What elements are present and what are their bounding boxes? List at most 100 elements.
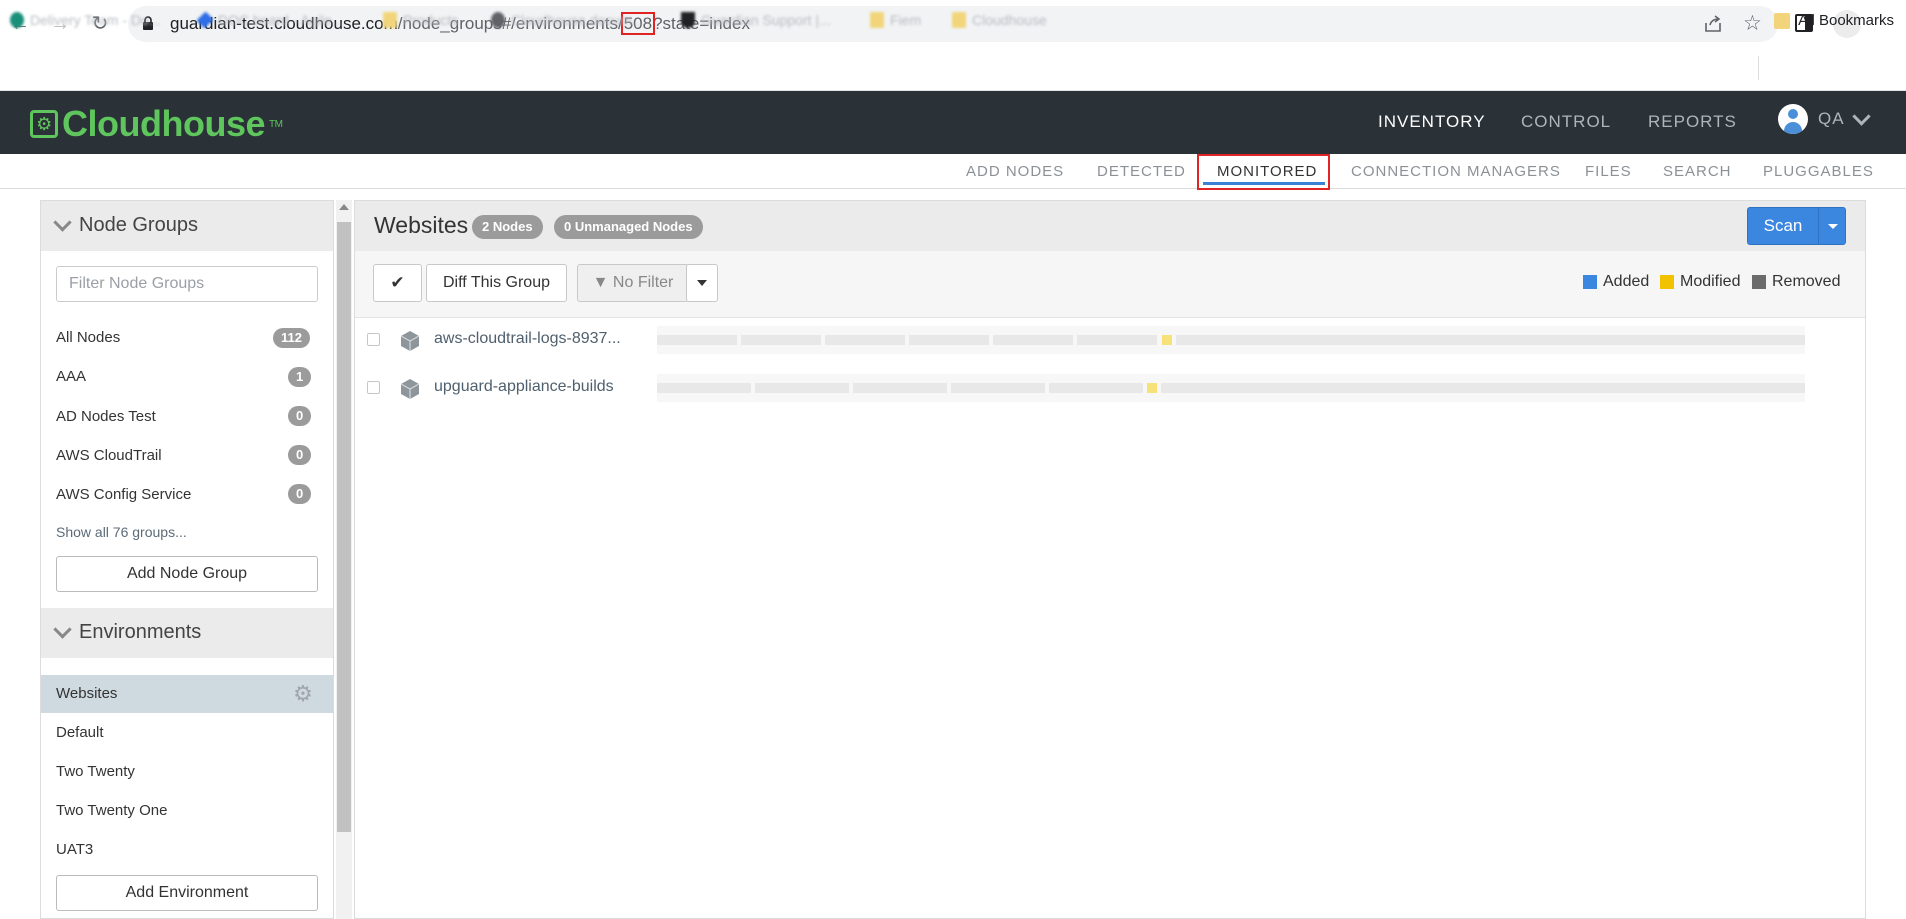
legend-added: Added — [1583, 273, 1649, 291]
filter-label: No Filter — [612, 274, 674, 291]
nav-control[interactable]: CONTROL — [1521, 112, 1611, 132]
bookmark-1[interactable]: Delivery Team - Do... — [10, 12, 160, 28]
check-icon: ✔ — [390, 273, 405, 292]
env-item-uat3[interactable]: UAT3 — [41, 831, 333, 869]
env-item-two-twenty[interactable]: Two Twenty — [41, 753, 333, 791]
timeline-segment[interactable] — [853, 383, 947, 393]
node-groups-label: Node Groups — [79, 214, 198, 236]
gear-icon[interactable]: ⚙ — [291, 682, 315, 706]
node-timeline[interactable] — [657, 326, 1805, 354]
cloudhouse-logo[interactable]: ⚙ Cloudhouse TM — [30, 103, 283, 145]
group-ad-nodes-test[interactable]: AD Nodes Test — [56, 408, 156, 425]
nav-reports[interactable]: REPORTS — [1648, 112, 1737, 132]
share-icon[interactable] — [1703, 15, 1723, 33]
select-all-button[interactable]: ✔ — [373, 264, 422, 302]
folder-icon — [952, 12, 966, 28]
all-bookmarks-label: All Bookmarks — [1798, 12, 1894, 29]
node-name-link[interactable]: upguard-appliance-builds — [434, 378, 614, 396]
filter-dropdown-button[interactable] — [686, 264, 718, 302]
node-row[interactable]: upguard-appliance-builds — [355, 364, 1865, 412]
env-item-websites[interactable]: Websites ⚙ — [41, 675, 333, 713]
timeline-segment[interactable] — [909, 335, 989, 345]
star-icon[interactable]: ☆ — [1743, 11, 1762, 36]
user-menu[interactable]: QA — [1778, 104, 1871, 134]
tab-connection-managers[interactable]: CONNECTION MANAGERS — [1351, 163, 1561, 180]
env-item-default[interactable]: Default — [41, 714, 333, 752]
scan-button-group: Scan — [1747, 207, 1846, 245]
unmanaged-nodes-badge: 0 Unmanaged Nodes — [554, 215, 703, 239]
scan-button[interactable]: Scan — [1748, 208, 1818, 244]
bookmarks-bar — [0, 48, 1906, 91]
highlight-box — [1197, 154, 1330, 190]
tab-files[interactable]: FILES — [1585, 163, 1632, 180]
legend-label: Modified — [1680, 273, 1741, 290]
show-all-groups-link[interactable]: Show all 76 groups... — [56, 524, 187, 540]
node-groups-title[interactable]: Node Groups — [53, 213, 198, 237]
bookmark-label: DOC board - Agile... — [218, 12, 344, 28]
group-aws-config-service[interactable]: AWS Config Service — [56, 486, 191, 503]
filter-button[interactable]: ▼ No Filter — [577, 264, 689, 302]
timeline-segment[interactable] — [657, 383, 751, 393]
legend-removed: Removed — [1752, 273, 1840, 291]
tab-search[interactable]: SEARCH — [1663, 163, 1732, 180]
timeline-segment[interactable] — [657, 335, 737, 345]
user-avatar-icon — [1778, 104, 1808, 134]
timeline-modified-marker[interactable] — [1162, 335, 1172, 345]
bookmarks-divider — [1758, 56, 1759, 80]
timeline-segment[interactable] — [1161, 383, 1805, 393]
shield-icon — [681, 12, 695, 28]
scrollbar-thumb[interactable] — [337, 222, 351, 832]
legend-label: Removed — [1772, 273, 1841, 290]
timeline-segment[interactable] — [741, 335, 821, 345]
chevron-down-icon — [1851, 106, 1871, 126]
row-checkbox[interactable] — [367, 333, 380, 346]
all-bookmarks[interactable]: All Bookmarks — [1774, 12, 1894, 29]
tab-add-nodes[interactable]: ADD NODES — [966, 163, 1064, 180]
legend-label: Added — [1603, 273, 1650, 290]
node-timeline[interactable] — [657, 374, 1805, 402]
filter-icon: ▼ — [592, 274, 609, 291]
bookmark-5[interactable]: Guardian Support |... — [681, 12, 831, 28]
tab-pluggables[interactable]: PLUGGABLES — [1763, 163, 1874, 180]
environments-title[interactable]: Environments — [53, 620, 201, 644]
timeline-segment[interactable] — [825, 335, 905, 345]
env-label: Two Twenty — [56, 763, 135, 780]
timeline-segment[interactable] — [1077, 335, 1157, 345]
user-name: QA — [1818, 109, 1845, 128]
timeline-segment[interactable] — [755, 383, 849, 393]
timeline-segment[interactable] — [951, 383, 1045, 393]
bookmark-label: Delivery Team - Do... — [30, 12, 161, 28]
folder-icon — [383, 12, 397, 28]
node-row[interactable]: aws-cloudtrail-logs-8937... — [355, 316, 1865, 364]
add-environment-button[interactable]: Add Environment — [56, 875, 318, 911]
bookmark-3[interactable]: Products — [383, 12, 458, 28]
env-label: UAT3 — [56, 841, 94, 858]
group-aws-cloudtrail[interactable]: AWS CloudTrail — [56, 447, 162, 464]
diff-group-button[interactable]: Diff This Group — [426, 264, 567, 302]
bookmark-6[interactable]: Fiem — [870, 12, 921, 28]
add-node-group-button[interactable]: Add Node Group — [56, 556, 318, 592]
tab-detected[interactable]: DETECTED — [1097, 163, 1186, 180]
group-aaa[interactable]: AAA — [56, 368, 86, 385]
scan-dropdown-button[interactable] — [1818, 208, 1847, 244]
bookmark-7[interactable]: Cloudhouse — [952, 12, 1047, 28]
scroll-up-arrow-icon[interactable] — [339, 204, 349, 210]
node-name-link[interactable]: aws-cloudtrail-logs-8937... — [434, 330, 621, 348]
filter-node-groups-input[interactable] — [56, 266, 318, 302]
timeline-segment[interactable] — [1049, 383, 1143, 393]
row-checkbox[interactable] — [367, 381, 380, 394]
logo-text: Cloudhouse — [62, 103, 265, 144]
bookmark-4[interactable]: Cloudhouse docum... — [491, 12, 643, 28]
env-item-two-twenty-one[interactable]: Two Twenty One — [41, 792, 333, 830]
group-count-badge: 0 — [288, 445, 312, 465]
logo-gear-icon: ⚙ — [30, 110, 58, 138]
timeline-modified-marker[interactable] — [1147, 383, 1157, 393]
timeline-segment[interactable] — [993, 335, 1073, 345]
legend-modified: Modified — [1660, 273, 1740, 291]
nav-inventory[interactable]: INVENTORY — [1378, 112, 1486, 132]
group-count-badge: 0 — [288, 406, 312, 426]
group-all-nodes[interactable]: All Nodes — [56, 329, 120, 346]
timeline-segment[interactable] — [1176, 335, 1805, 345]
bookmark-label: Products — [403, 12, 459, 28]
bookmark-2[interactable]: DOC board - Agile... — [196, 11, 344, 29]
